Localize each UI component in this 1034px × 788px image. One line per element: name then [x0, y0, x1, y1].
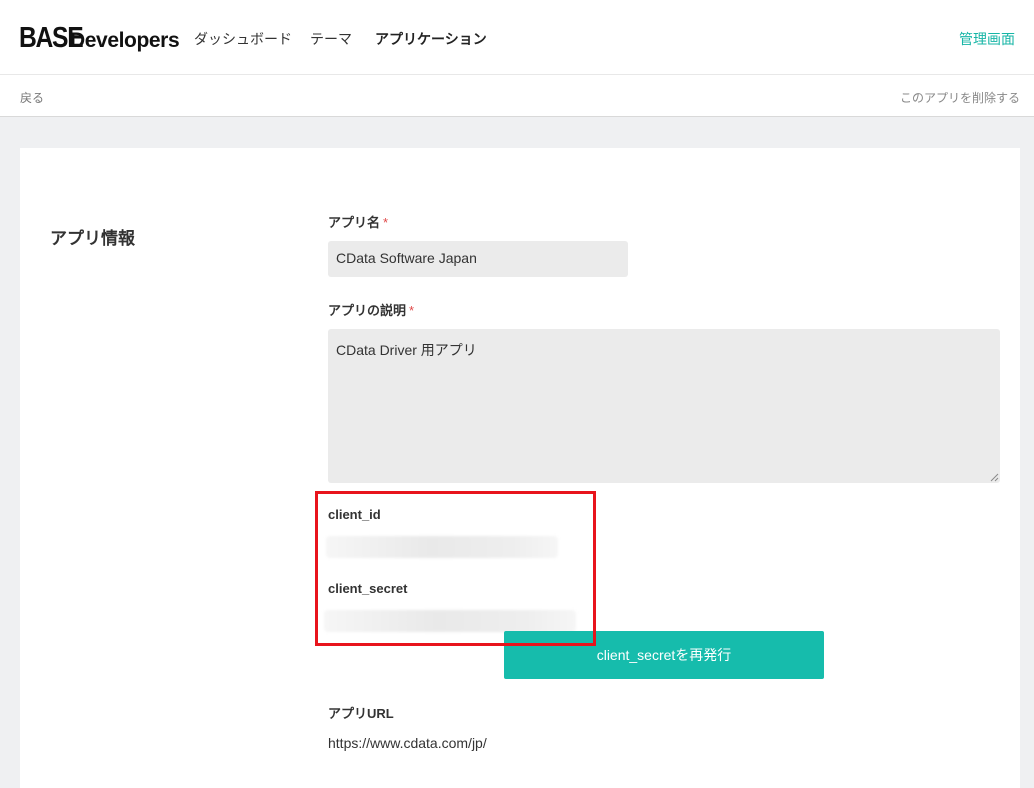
- back-link[interactable]: 戻る: [20, 89, 44, 106]
- top-header: BASE Developers ダッシュボード テーマ アプリケーション 管理画…: [0, 0, 1034, 75]
- app-description-label: アプリの説明 *: [328, 300, 414, 319]
- app-url-label: アプリURL: [328, 706, 394, 721]
- admin-panel-link[interactable]: 管理画面: [959, 29, 1015, 49]
- nav-dashboard[interactable]: ダッシュボード: [194, 29, 292, 49]
- client-secret-value-redacted: [324, 610, 576, 632]
- logo-developers-text: Developers: [70, 29, 180, 52]
- resize-grip-icon[interactable]: [990, 473, 999, 482]
- delete-app-link[interactable]: このアプリを削除する: [900, 89, 1020, 106]
- logo-base-text: BASE: [19, 22, 84, 54]
- section-title: アプリ情報: [50, 229, 135, 248]
- app-description-text: CData Driver 用アプリ: [336, 342, 477, 358]
- client-id-label: client_id: [328, 507, 381, 522]
- app-description-label-text: アプリの説明: [328, 303, 407, 318]
- app-url-value: https://www.cdata.com/jp/: [328, 735, 487, 751]
- base-developers-logo[interactable]: BASE Developers: [19, 22, 180, 54]
- app-name-field[interactable]: CData Software Japan: [328, 241, 628, 277]
- app-name-label: アプリ名 *: [328, 212, 388, 231]
- nav-theme[interactable]: テーマ: [310, 29, 352, 49]
- app-info-card: アプリ情報 アプリ名 * CData Software Japan アプリの説明 *…: [20, 148, 1020, 788]
- required-mark: *: [383, 215, 389, 230]
- sub-toolbar: 戻る このアプリを削除する: [0, 75, 1034, 117]
- required-mark: *: [409, 303, 415, 318]
- client-id-value-redacted: [326, 536, 558, 558]
- app-description-field[interactable]: CData Driver 用アプリ: [328, 329, 1000, 483]
- nav-applications[interactable]: アプリケーション: [375, 29, 487, 49]
- app-name-label-text: アプリ名: [328, 215, 381, 230]
- client-secret-label: client_secret: [328, 581, 408, 596]
- regenerate-client-secret-button[interactable]: client_secretを再発行: [504, 631, 824, 679]
